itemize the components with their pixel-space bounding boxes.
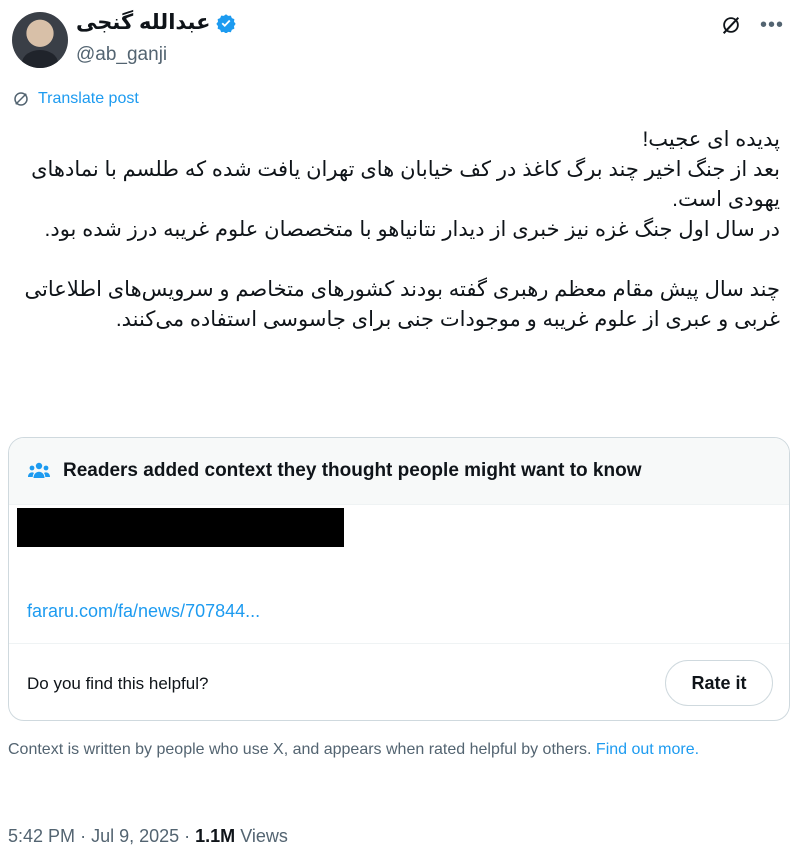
grok-icon[interactable]	[720, 14, 742, 36]
helpful-question: Do you find this helpful?	[27, 674, 209, 693]
redacted-note-text	[17, 508, 344, 547]
views-count[interactable]: 1.1M	[195, 826, 235, 846]
rate-it-button[interactable]: Rate it	[665, 660, 773, 706]
author-display-name[interactable]: عبدالله گنجی	[76, 10, 210, 35]
author-handle[interactable]: @ab_ganji	[76, 44, 167, 66]
note-source-link[interactable]: fararu.com/fa/news/707844...	[27, 601, 260, 622]
community-note-card: Readers added context they thought peopl…	[8, 437, 790, 721]
post-date[interactable]: Jul 9, 2025	[91, 826, 179, 846]
translate-label[interactable]: Translate post	[38, 90, 139, 108]
context-footer: Context is written by people who use X, …	[8, 739, 778, 761]
separator: ·	[184, 826, 196, 846]
avatar[interactable]	[12, 12, 68, 68]
verified-badge-icon	[216, 13, 237, 33]
post-text: پدیده ای عجیب! بعد از جنگ اخیر چند برگ ک…	[24, 128, 780, 331]
post-metadata: 5:42 PM · Jul 9, 2025 · 1.1M Views	[8, 826, 288, 847]
translate-post[interactable]: Translate post	[12, 90, 139, 108]
divider	[9, 643, 789, 644]
post-time[interactable]: 5:42 PM	[8, 826, 75, 846]
post-actions-top: •••	[720, 14, 784, 36]
author-name-row: عبدالله گنجی	[76, 10, 237, 35]
views-label: Views	[240, 826, 288, 846]
post-header: عبدالله گنجی @ab_ganji •••	[0, 0, 800, 80]
context-footer-text: Context is written by people who use X, …	[8, 741, 592, 758]
globe-icon	[14, 92, 28, 106]
more-icon[interactable]: •••	[760, 15, 784, 35]
separator: ·	[80, 826, 92, 846]
community-note-header: Readers added context they thought peopl…	[9, 438, 789, 505]
find-out-more-link[interactable]: Find out more.	[596, 741, 699, 758]
people-icon	[28, 462, 50, 478]
community-note-title: Readers added context they thought peopl…	[63, 460, 642, 481]
